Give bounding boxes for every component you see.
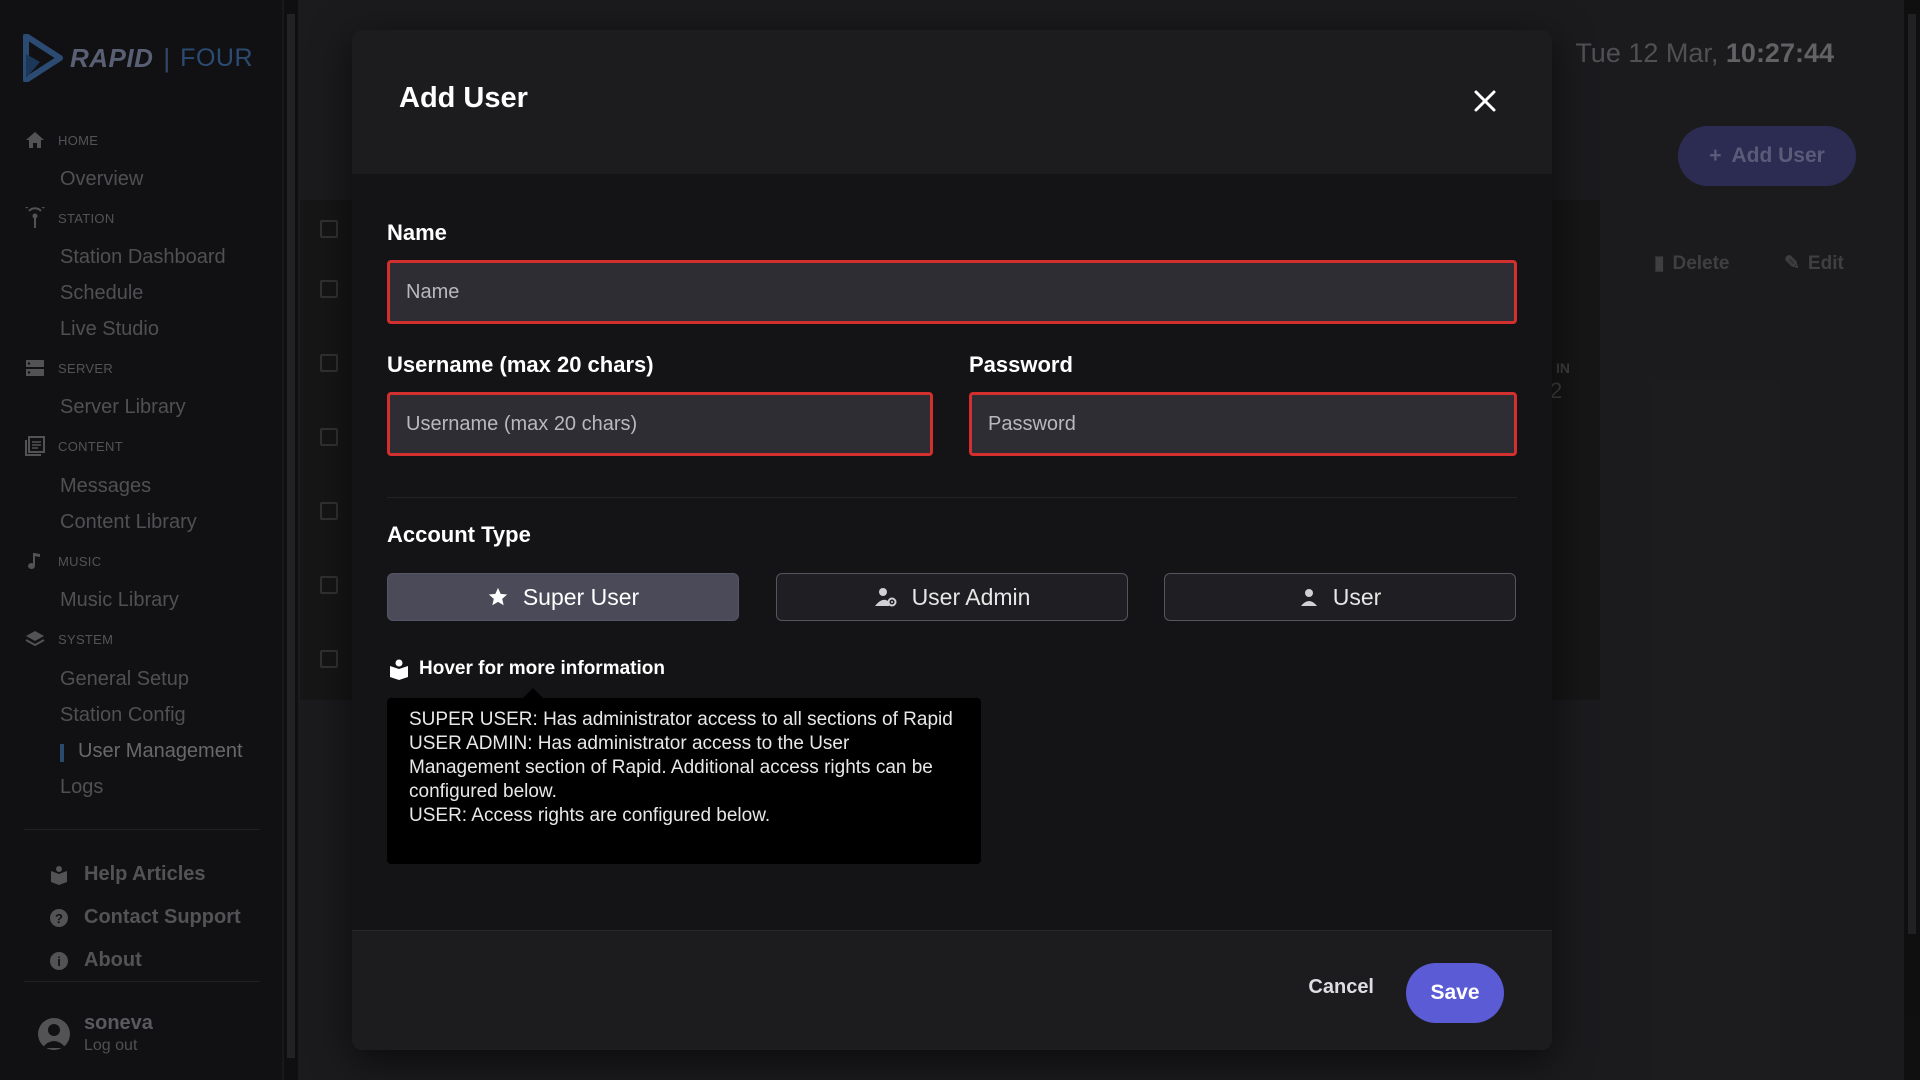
dialog-header: Add User <box>352 30 1552 174</box>
add-user-dialog: Add User Name Username (max 20 chars) Pa… <box>352 30 1552 1050</box>
close-icon <box>1474 90 1496 112</box>
password-label: Password <box>969 352 1073 377</box>
dialog-footer: Cancel Save <box>352 930 1552 1050</box>
username-input[interactable] <box>387 392 933 456</box>
info-book-icon <box>390 659 408 680</box>
name-input[interactable] <box>387 260 1517 324</box>
account-type-label-user: User <box>1332 583 1382 610</box>
hover-info-label: Hover for more information <box>419 658 665 679</box>
username-label: Username (max 20 chars) <box>387 352 654 377</box>
star-icon <box>488 587 507 606</box>
section-divider <box>387 497 1517 498</box>
account-type-user-admin[interactable]: User Admin <box>776 573 1128 621</box>
account-type-user[interactable]: User <box>1164 573 1516 621</box>
hover-info-trigger[interactable]: Hover for more information <box>389 658 665 680</box>
user-gear-icon <box>874 588 897 607</box>
password-input[interactable] <box>969 392 1517 456</box>
account-type-label: Account Type <box>387 522 531 547</box>
account-type-tooltip: SUPER USER: Has administrator access to … <box>387 688 981 864</box>
name-label: Name <box>387 220 447 245</box>
account-type-label-super-user: Super User <box>522 583 640 610</box>
account-type-label-user-admin: User Admin <box>911 583 1031 610</box>
tooltip-super-user: SUPER USER: Has administrator access to … <box>409 709 953 730</box>
account-type-super-user[interactable]: Super User <box>387 573 739 621</box>
person-icon <box>1300 589 1317 606</box>
tooltip-user-admin: USER ADMIN: Has administrator access to … <box>409 733 933 802</box>
cancel-button[interactable]: Cancel <box>1308 976 1374 999</box>
dialog-title: Add User <box>399 82 528 114</box>
tooltip-user: USER: Access rights are configured below… <box>409 805 771 826</box>
save-button[interactable]: Save <box>1406 963 1504 1023</box>
close-button[interactable] <box>1470 86 1500 116</box>
